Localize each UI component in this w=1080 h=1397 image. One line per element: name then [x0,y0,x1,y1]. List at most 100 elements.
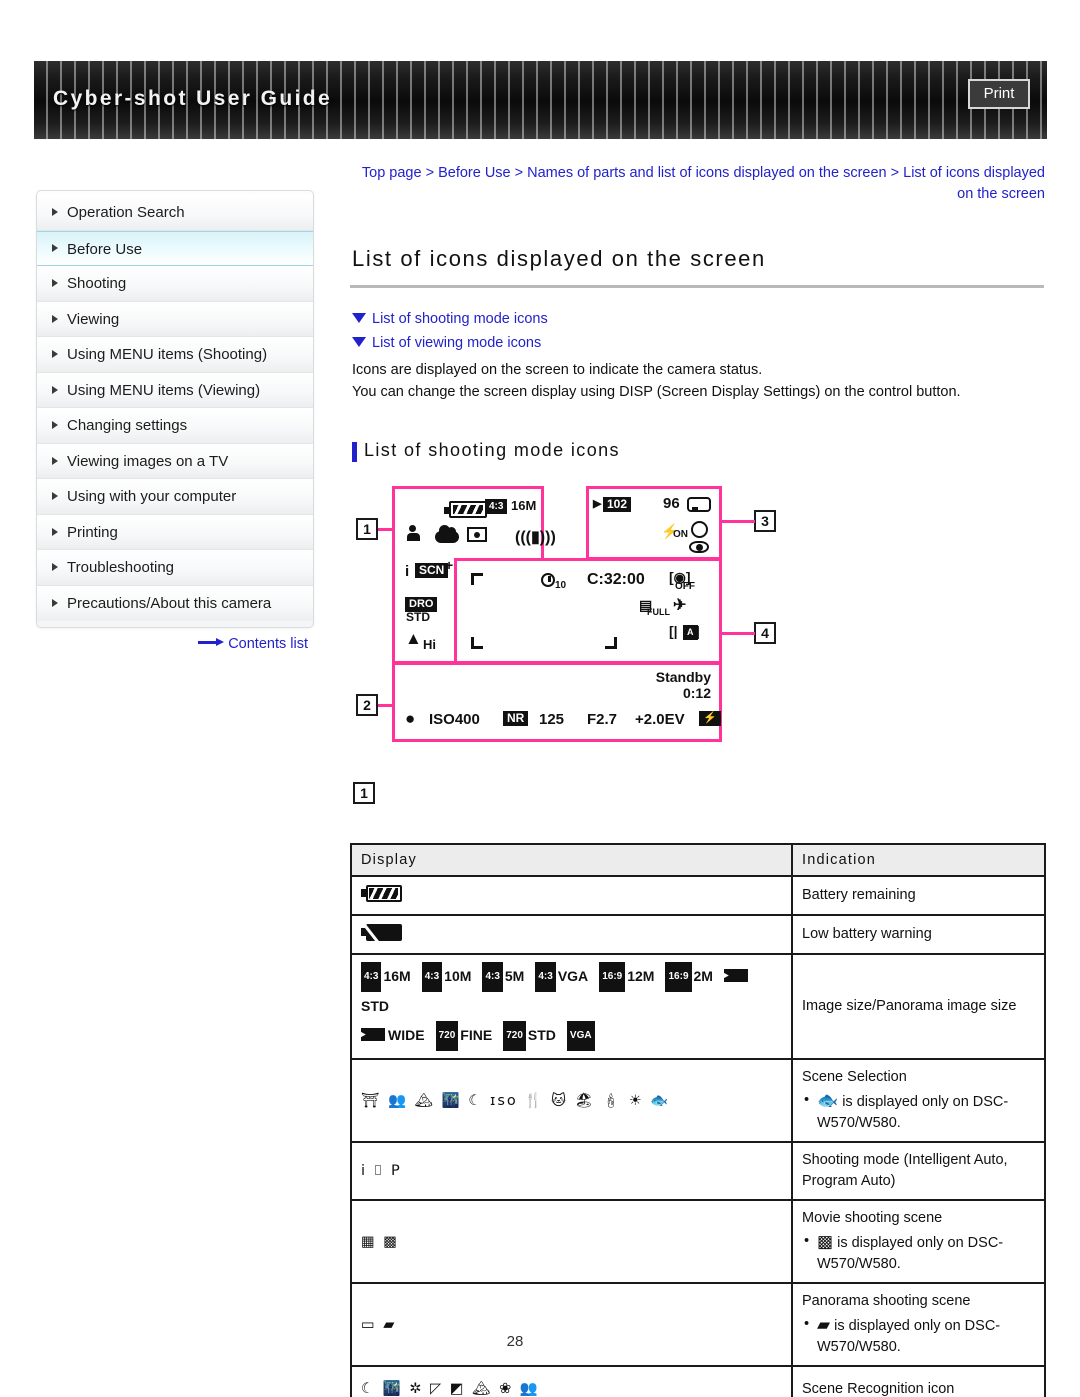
folder-arrow-icon: ▶ [593,498,602,510]
cell-display-shooting-mode: i ⌷ P [350,1141,793,1201]
diagram-panel-2: Standby 0:12 ● ISO400 NR 125 F2.7 +2.0EV… [392,662,722,742]
low-battery-warning-icon [361,923,405,944]
page-number: 28 [0,1333,1080,1350]
sidebar-item-label: Precautions/About this camera [67,594,272,612]
table-row: ☾ 🌃 ✲ ◸ ◩ 🏔 ❀ 👥 Scene Recognition icon [350,1365,1046,1397]
cell-display-image-sizes: 4:3 16M 4:3 10M 4:3 5M 4:3 VGA 16:9 12M 16:9 2… [350,953,793,1060]
scene-prefix-label: i [405,563,410,580]
jump-link-viewing-mode-icons[interactable]: List of viewing mode icons [352,335,541,351]
sidebar-item-menu-viewing[interactable]: Using MENU items (Viewing) [37,372,313,408]
cell-indication: Image size/Panorama image size [791,953,1046,1060]
image-size-line-1: 4:3 16M 4:3 10M 4:3 5M 4:3 VGA 16:9 12M 16:9 2… [361,962,782,1021]
image-size-label: 16M [511,498,537,513]
table-row: i ⌷ P Shooting mode (Intelligent Auto, P… [350,1141,1046,1201]
card-bracket-close-icon: ] [695,623,700,639]
sidebar-item-troubleshooting[interactable]: Troubleshooting [37,550,313,586]
print-button[interactable]: Print [968,79,1030,109]
noise-reduction-chip: NR [503,711,529,726]
fish-icon: 🐟 [817,1091,839,1110]
sidebar-item-label: Changing settings [67,417,188,434]
movie-quality-chip: 720 [503,1021,526,1051]
sidebar-item-printing[interactable]: Printing [37,514,313,550]
size-label: 2M [693,968,713,984]
aspect-chip: 4:3 [361,962,382,992]
recording-time-label: C:32:00 [587,571,645,588]
table-row: ▭ ▰ Panorama shooting scene ▰ is display… [350,1282,1046,1367]
battery-remaining-icon [444,501,487,518]
scene-mode-chip: SCN [415,563,449,578]
sidebar-item-viewing[interactable]: Viewing [37,301,313,337]
af-frame-corner-br-icon [605,637,617,649]
section-tag-1: 1 [353,782,375,804]
document-page: Cyber-shot User Guide Print Top page > B… [0,0,1080,1397]
jump-link-shooting-mode-icons[interactable]: List of shooting mode icons [352,311,548,327]
table-header-row: Display Indication [350,843,1046,877]
af-frame-corner-bl-icon [471,637,483,649]
sidebar-item-operation-search[interactable]: Operation Search [37,195,313,231]
cell-display-scene-selection: ⛩ 👥 🏔 🌃 ☾ ɪꜱᴏ 🍴 🐱 🏖 🕯 ☀ 🐟 [350,1058,793,1143]
callout-leader-4 [722,632,755,635]
standby-label: Standby [655,669,711,685]
cell-indication: Scene Selection 🐟 is displayed only on D… [791,1058,1046,1143]
folder-number-chip: 102 [603,497,632,512]
af-frame-corner-tl-icon [471,573,483,585]
sidebar-item-using-computer[interactable]: Using with your computer [37,479,313,515]
sidebar-item-label: Before Use [67,240,143,258]
sidebar-item-label: Printing [67,523,118,541]
cell-display-battery-full [350,875,793,916]
flash-level-icon: ▲ [405,629,422,648]
icon-reference-table: Display Indication Battery remaining Low… [350,843,1046,1397]
sidebar-item-changing-settings[interactable]: Changing settings [37,408,313,444]
indication-note: 🐟 is displayed only on DSC-W570/W580. [802,1090,1035,1134]
intro-line-1: Icons are displayed on the screen to ind… [352,362,763,378]
aperture-label: F2.7 [587,711,618,728]
flash-charge-chip: ⚡ [699,711,721,726]
media-card-icon [687,497,711,512]
page-number-value: 28 [506,1333,524,1350]
cell-indication: Low battery warning [791,914,1046,955]
cell-display-battery-low [350,914,793,955]
indication-label: Movie shooting scene [802,1210,943,1226]
destination-icon: ✈ [673,597,687,614]
title-divider [350,285,1044,288]
contents-list-link[interactable]: Contents list [36,636,314,652]
sidebar-item-shooting[interactable]: Shooting [37,266,313,302]
cell-display-movie-scene: ▦ ▩ [350,1199,793,1284]
size-label: 12M [627,968,655,984]
metering-spot-icon [467,527,487,542]
size-label: FINE [460,1027,493,1043]
breadcrumb[interactable]: Top page > Before Use > Names of parts a… [350,163,1045,205]
hi-label: Hi [423,637,436,652]
sidebar-item-precautions[interactable]: Precautions/About this camera [37,585,313,621]
ae-lock-dot-icon: ● [405,709,416,728]
shutter-speed-label: 125 [539,711,565,728]
sidebar-item-menu-shooting[interactable]: Using MENU items (Shooting) [37,337,313,373]
indication-label: Panorama shooting scene [802,1293,971,1309]
cell-display-panorama-scene: ▭ ▰ [350,1282,793,1367]
indication-note: ▩ is displayed only on DSC-W570/W580. [802,1231,1035,1275]
jump-link-label: List of shooting mode icons [372,311,548,327]
sidebar-item-label: Using MENU items (Viewing) [67,381,261,399]
table-row: 4:3 16M 4:3 10M 4:3 5M 4:3 VGA 16:9 12M 16:9 2… [350,953,1046,1060]
cell-indication: Shooting mode (Intelligent Auto, Program… [791,1141,1046,1201]
cell-display-scene-recognition: ☾ 🌃 ✲ ◸ ◩ 🏔 ❀ 👥 [350,1365,793,1397]
size-label: STD [361,998,389,1014]
sidebar-item-label: Viewing images on a TV [67,452,229,470]
column-header-display: Display [350,843,793,877]
card-bracket-icon: [| [669,623,678,639]
sidebar-item-before-use[interactable]: Before Use [37,230,313,266]
sidebar-item-viewing-on-tv[interactable]: Viewing images on a TV [37,443,313,479]
elapsed-time-label: 0:12 [682,685,711,701]
sidebar-item-label: Shooting [67,275,127,292]
triangle-down-icon [352,337,366,347]
panorama-scene-icon: ▰ [817,1315,831,1334]
image-size-line-2: WIDE 720 FINE 720 STD VGA [361,1021,782,1051]
arrow-right-icon [198,638,225,647]
dro-sub-label: STD [406,610,430,624]
table-row: ▦ ▩ Movie shooting scene ▩ is displayed … [350,1199,1046,1284]
size-label: WIDE [388,1027,425,1043]
shots-remaining-label: 96 [663,495,680,512]
intro-line-2: You can change the screen display using … [352,384,961,400]
white-balance-cloud-icon [435,525,459,543]
panel-2-content: Standby 0:12 ● ISO400 NR 125 F2.7 +2.0EV… [395,665,721,739]
